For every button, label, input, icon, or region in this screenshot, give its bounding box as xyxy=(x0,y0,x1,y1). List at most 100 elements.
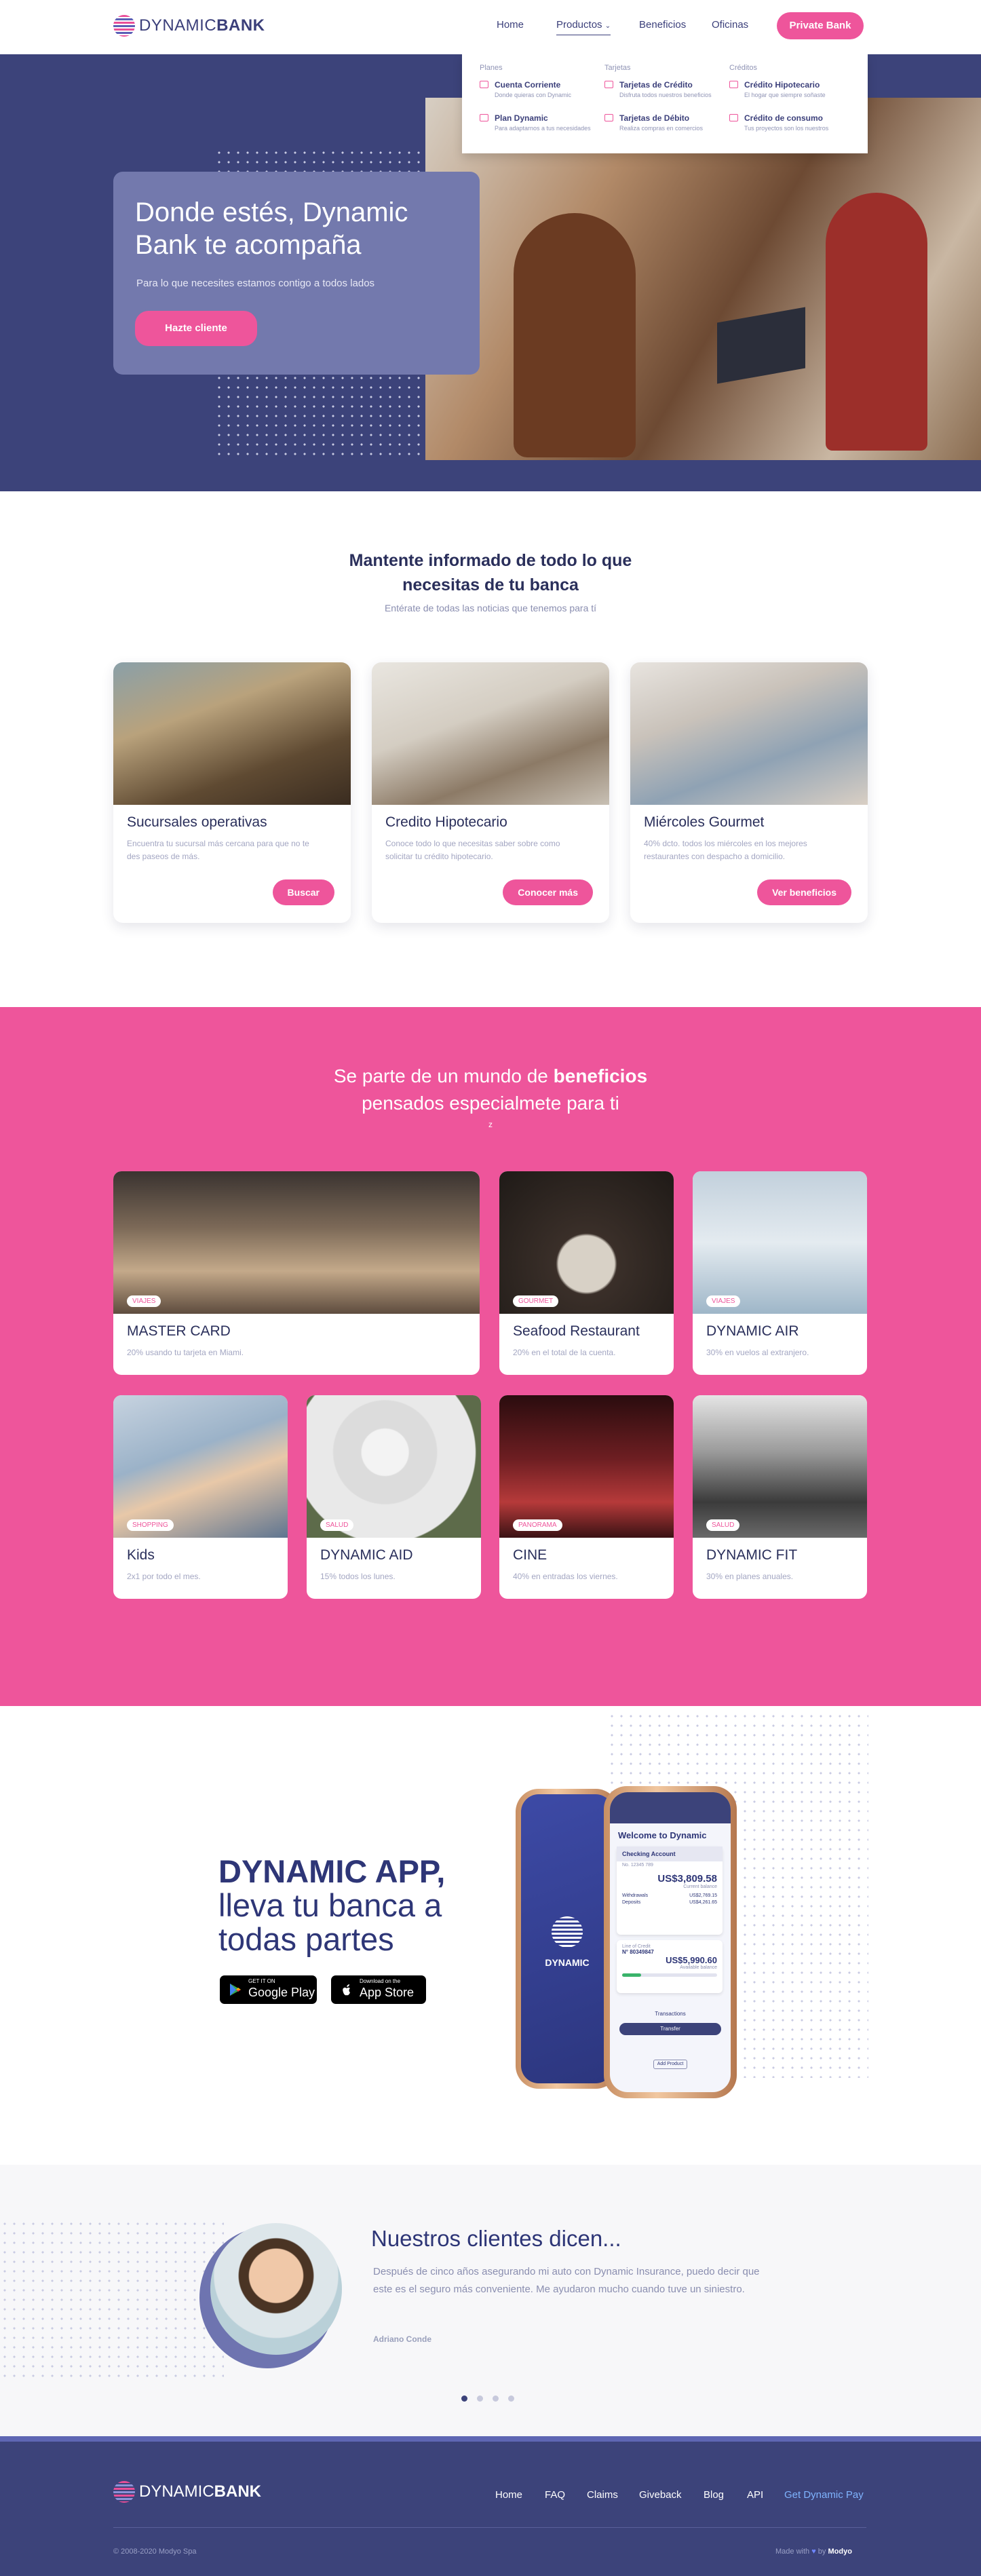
benefit-desc: 30% en planes anuales. xyxy=(706,1572,794,1581)
phone-splash-screen: DYNAMIC xyxy=(521,1794,613,2083)
hero-subtitle: Para lo que necesites estamos contigo a … xyxy=(136,278,375,289)
news-title: Mantente informado de todo lo que necesi… xyxy=(349,551,632,594)
benefit-card-image: VIAJES xyxy=(113,1171,480,1314)
benefit-desc: 40% en entradas los viernes. xyxy=(513,1572,618,1581)
google-play-icon xyxy=(230,1984,241,1996)
avatar xyxy=(210,2223,342,2355)
benefit-card-image: SALUD xyxy=(307,1395,481,1538)
benefit-desc: 15% todos los lunes. xyxy=(320,1572,396,1581)
app-title: DYNAMIC APP, lleva tu banca a todas parte… xyxy=(218,1853,446,1957)
benefit-tag: PANORAMA xyxy=(513,1519,562,1531)
dot-pattern xyxy=(0,2219,224,2382)
benefit-card[interactable]: PANORAMA CINE 40% en entradas los vierne… xyxy=(499,1395,674,1599)
dropdown-item-credito-hipotecario[interactable]: Crédito Hipotecario El hogar que siempre … xyxy=(729,80,851,98)
logo-text: DYNAMICBANK xyxy=(139,16,265,35)
dropdown-item-cuenta-corriente[interactable]: Cuenta Corriente Donde quieras con Dynami… xyxy=(480,80,602,98)
news-card-title: Miércoles Gourmet xyxy=(644,814,765,830)
news-card: Credito Hipotecario Conoce todo lo que n… xyxy=(372,662,609,923)
benefit-card-image: PANORAMA xyxy=(499,1395,674,1538)
dot-pattern xyxy=(214,373,431,457)
nav-oficinas[interactable]: Oficinas xyxy=(712,19,748,31)
benefit-tag: VIAJES xyxy=(706,1295,741,1307)
footer-link-giveback[interactable]: Giveback xyxy=(639,2489,682,2501)
benefit-card[interactable]: SHOPPING Kids 2x1 por todo el mes. xyxy=(113,1395,288,1599)
benefit-tag: SALUD xyxy=(706,1519,740,1531)
dropdown-category: Créditos xyxy=(729,64,757,72)
footer-link-blog[interactable]: Blog xyxy=(704,2489,724,2501)
benefit-title: MASTER CARD xyxy=(127,1323,231,1339)
nav-home[interactable]: Home xyxy=(497,19,524,31)
footer-link-api[interactable]: API xyxy=(747,2489,763,2501)
apple-icon xyxy=(343,1984,350,1996)
benefit-card[interactable]: SALUD DYNAMIC FIT 30% en planes anuales. xyxy=(693,1395,867,1599)
nav-productos[interactable]: Productos ⌄ xyxy=(556,19,611,35)
phone-front: Welcome to Dynamic Checking Account No. … xyxy=(604,1786,737,2098)
dropdown-category: Planes xyxy=(480,64,503,72)
footer-divider xyxy=(113,2527,866,2528)
benefit-card[interactable]: VIAJES MASTER CARD 20% usando tu tarjeta… xyxy=(113,1171,480,1375)
bag-icon xyxy=(729,114,738,121)
hazte-cliente-button[interactable]: Hazte cliente xyxy=(135,311,257,346)
calendar-icon xyxy=(480,114,488,121)
dropdown-column-creditos: Créditos Crédito Hipotecario El hogar que… xyxy=(729,64,851,147)
carousel-dot[interactable] xyxy=(461,2395,467,2402)
logo-mark-icon xyxy=(113,2481,135,2503)
carousel-dot[interactable] xyxy=(493,2395,499,2402)
card-icon xyxy=(604,81,613,88)
benefit-title: CINE xyxy=(513,1547,547,1563)
carousel-dots xyxy=(461,2395,514,2402)
logo-mark-icon xyxy=(113,15,135,37)
chevron-down-icon: ⌄ xyxy=(604,22,611,30)
wallet-icon xyxy=(480,81,488,88)
transfer-button: Transfer xyxy=(619,2023,721,2035)
benefit-card[interactable]: SALUD DYNAMIC AID 15% todos los lunes. xyxy=(307,1395,481,1599)
dropdown-item-tarjetas-debito[interactable]: Tarjetas de Débito Realiza compras en com… xyxy=(604,113,727,132)
google-play-button[interactable]: GET IT ON Google Play xyxy=(220,1975,317,2004)
benefits-section: Se parte de un mundo de beneficios pensad… xyxy=(0,1007,981,1706)
benefit-tag: SHOPPING xyxy=(127,1519,174,1531)
news-subtitle: Entérate de todas las noticias que tenem… xyxy=(384,603,597,613)
phone-app-screen: Welcome to Dynamic Checking Account No. … xyxy=(610,1792,731,2092)
footer: DYNAMICBANK Home FAQ Claims Giveback Blo… xyxy=(0,2436,981,2576)
site-header: DYNAMICBANK Home Productos ⌄ Beneficios … xyxy=(0,0,981,54)
news-card-title: Credito Hipotecario xyxy=(385,814,507,830)
footer-link-faq[interactable]: FAQ xyxy=(545,2489,565,2501)
news-card-image xyxy=(372,662,609,805)
news-card-title: Sucursales operativas xyxy=(127,814,267,830)
dropdown-item-plan-dynamic[interactable]: Plan Dynamic Para adaptarnos a tus necesi… xyxy=(480,113,602,132)
carousel-dot[interactable] xyxy=(508,2395,514,2402)
footer-logo[interactable]: DYNAMICBANK xyxy=(113,2481,261,2503)
nav-beneficios[interactable]: Beneficios xyxy=(639,19,686,31)
dropdown-category: Tarjetas xyxy=(604,64,631,72)
news-card: Sucursales operativas Encuentra tu sucur… xyxy=(113,662,351,923)
logo[interactable]: DYNAMICBANK xyxy=(113,15,265,37)
benefit-tag: VIAJES xyxy=(127,1295,161,1307)
conocer-mas-button[interactable]: Conocer más xyxy=(503,879,593,905)
private-bank-button[interactable]: Private Bank xyxy=(777,12,864,39)
footer-link-dynamic-pay[interactable]: Get Dynamic Pay xyxy=(784,2489,864,2501)
copyright: © 2008-2020 Modyo Spa xyxy=(113,2547,197,2556)
carousel-dot[interactable] xyxy=(477,2395,483,2402)
benefit-tag: SALUD xyxy=(320,1519,354,1531)
card-icon xyxy=(604,114,613,121)
logo-text: DYNAMICBANK xyxy=(139,2482,261,2501)
dropdown-column-planes: Planes Cuenta Corriente Donde quieras con… xyxy=(480,64,602,147)
benefit-title: Seafood Restaurant xyxy=(513,1323,640,1339)
benefit-desc: 20% usando tu tarjeta en Miami. xyxy=(127,1348,244,1357)
footer-link-home[interactable]: Home xyxy=(495,2489,522,2501)
benefit-card-image: GOURMET xyxy=(499,1171,674,1314)
benefits-small-text: z xyxy=(488,1120,493,1129)
footer-link-claims[interactable]: Claims xyxy=(587,2489,618,2501)
dropdown-item-credito-consumo[interactable]: Crédito de consumo Tus proyectos son los … xyxy=(729,113,851,132)
dropdown-item-tarjetas-credito[interactable]: Tarjetas de Crédito Disfruta todos nuestr… xyxy=(604,80,727,98)
benefit-tag: GOURMET xyxy=(513,1295,559,1307)
news-card-desc: 40% dcto. todos los miércoles en los mej… xyxy=(644,839,807,861)
app-store-button[interactable]: Download on the App Store xyxy=(331,1975,426,2004)
benefit-card[interactable]: GOURMET Seafood Restaurant 20% en el tot… xyxy=(499,1171,674,1375)
benefit-title: DYNAMIC AID xyxy=(320,1547,413,1563)
benefit-card[interactable]: VIAJES DYNAMIC AIR 30% en vuelos al extr… xyxy=(693,1171,867,1375)
benefits-title: Se parte de un mundo de beneficios pensad… xyxy=(333,1065,648,1114)
ver-beneficios-button[interactable]: Ver beneficios xyxy=(757,879,851,905)
hero-title: Donde estés, Dynamic Bank te acompaña xyxy=(135,197,408,260)
buscar-button[interactable]: Buscar xyxy=(272,879,334,905)
